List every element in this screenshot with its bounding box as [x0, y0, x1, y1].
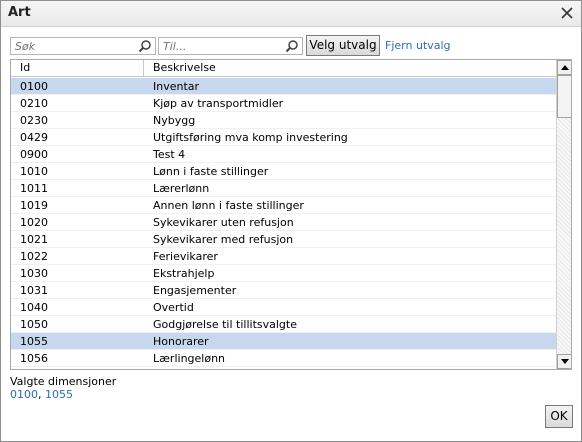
selected-dimensions-label: Valgte dimensjoner	[10, 375, 117, 388]
column-divider	[143, 60, 144, 76]
row-id: 1040	[20, 301, 48, 314]
row-description: Sykevikarer uten refusjon	[153, 216, 294, 229]
row-description: Godgjørelse til tillitsvalgte	[153, 318, 297, 331]
to-field[interactable]	[158, 37, 303, 55]
scroll-up-button[interactable]	[557, 60, 571, 75]
to-input[interactable]	[159, 38, 302, 54]
art-table: Id Beskrivelse 0100 Inventar 0210 Kjøp av t…	[10, 59, 572, 370]
table-row[interactable]: 0900 Test 4	[11, 146, 556, 163]
table-row[interactable]: 0429 Utgiftsføring mva komp investering	[11, 129, 556, 146]
table-row[interactable]: 0210 Kjøp av transportmidler	[11, 95, 556, 112]
row-description: Inventar	[153, 80, 200, 93]
scrollbar-thumb[interactable]	[557, 75, 571, 118]
row-description: Lønn i faste stillinger	[153, 165, 269, 178]
row-description: Test 4	[153, 148, 186, 161]
row-description: Nybygg	[153, 114, 196, 127]
value-separator: ,	[38, 388, 45, 401]
row-id: 1022	[20, 250, 48, 263]
column-header-description[interactable]: Beskrivelse	[153, 61, 216, 74]
dialog-title: Art	[8, 5, 31, 20]
search-input[interactable]	[11, 38, 155, 54]
selected-dimensions-values: 0100, 1055	[10, 388, 73, 401]
search-field[interactable]	[10, 37, 156, 55]
row-id: 1030	[20, 267, 48, 280]
row-id: 1031	[20, 284, 48, 297]
row-id: 1019	[20, 199, 48, 212]
select-range-button[interactable]: Velg utvalg	[306, 35, 380, 56]
row-id: 0900	[20, 148, 48, 161]
row-id: 1010	[20, 165, 48, 178]
row-description: Lærerlønn	[153, 182, 210, 195]
search-icon[interactable]	[285, 39, 299, 53]
row-description: Kjøp av transportmidler	[153, 97, 284, 110]
close-icon[interactable]	[559, 5, 575, 21]
row-id: 1055	[20, 335, 48, 348]
table-body: 0100 Inventar 0210 Kjøp av transportmidler 0…	[11, 78, 556, 367]
selected-value-link[interactable]: 0100	[10, 388, 38, 401]
table-row[interactable]: 1050 Godgjørelse til tillitsvalgte	[11, 316, 556, 333]
row-id: 0100	[20, 80, 48, 93]
row-description: Honorarer	[153, 335, 209, 348]
table-row[interactable]: 1031 Engasjementer	[11, 282, 556, 299]
row-id: 0429	[20, 131, 48, 144]
row-id: 0230	[20, 114, 48, 127]
arrow-down-icon	[561, 359, 569, 364]
table-row[interactable]: 0100 Inventar	[11, 78, 556, 95]
table-row[interactable]: 1020 Sykevikarer uten refusjon	[11, 214, 556, 231]
row-id: 1050	[20, 318, 48, 331]
table-row[interactable]: 1010 Lønn i faste stillinger	[11, 163, 556, 180]
table-row[interactable]: 1030 Ekstrahjelp	[11, 265, 556, 282]
table-row[interactable]: 1056 Lærlingelønn	[11, 350, 556, 367]
row-description: Overtid	[153, 301, 194, 314]
row-description: Annen lønn i faste stillinger	[153, 199, 304, 212]
table-row[interactable]: 1011 Lærerlønn	[11, 180, 556, 197]
art-dialog: Art Velg utvalg Fjern utvalg Id Beskrive…	[0, 0, 582, 442]
row-description: Utgiftsføring mva komp investering	[153, 131, 348, 144]
search-icon[interactable]	[138, 39, 152, 53]
row-id: 1056	[20, 352, 48, 365]
ok-button[interactable]: OK	[545, 405, 573, 428]
table-row[interactable]: 1040 Overtid	[11, 299, 556, 316]
table-row[interactable]: 1019 Annen lønn i faste stillinger	[11, 197, 556, 214]
selected-value-link[interactable]: 1055	[45, 388, 73, 401]
row-id: 1021	[20, 233, 48, 246]
row-description: Sykevikarer med refusjon	[153, 233, 294, 246]
row-description: Engasjementer	[153, 284, 237, 297]
table-header: Id Beskrivelse	[11, 60, 556, 77]
row-id: 1011	[20, 182, 48, 195]
row-description: Lærlingelønn	[153, 352, 226, 365]
table-row[interactable]: 0230 Nybygg	[11, 112, 556, 129]
column-header-id[interactable]: Id	[20, 61, 30, 74]
row-id: 0210	[20, 97, 48, 110]
table-row[interactable]: 1022 Ferievikarer	[11, 248, 556, 265]
dialog-titlebar[interactable]: Art	[1, 1, 581, 27]
row-description: Ekstrahjelp	[153, 267, 215, 280]
row-description: Ferievikarer	[153, 250, 218, 263]
scroll-down-button[interactable]	[557, 354, 571, 369]
vertical-scrollbar[interactable]	[556, 60, 571, 369]
clear-selection-link[interactable]: Fjern utvalg	[385, 39, 451, 52]
row-id: 1020	[20, 216, 48, 229]
table-row[interactable]: 1055 Honorarer	[11, 333, 556, 350]
table-row[interactable]: 1021 Sykevikarer med refusjon	[11, 231, 556, 248]
arrow-up-icon	[561, 65, 569, 70]
